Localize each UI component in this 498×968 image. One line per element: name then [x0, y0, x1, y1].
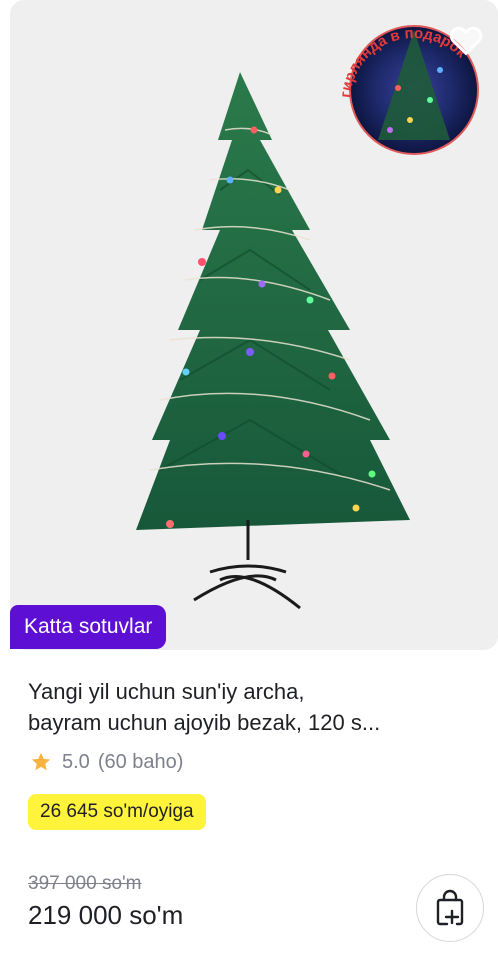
star-icon: [31, 752, 51, 771]
product-title[interactable]: Yangi yil uchun sun'iy archa, bayram uch…: [28, 676, 488, 738]
old-price: 397 000 so'm: [28, 873, 142, 894]
bestseller-badge: Katta sotuvlar: [10, 605, 167, 649]
rating-score: 5.0: [62, 750, 90, 773]
favorite-button[interactable]: [446, 20, 486, 60]
heart-icon: [449, 26, 483, 56]
rating-count: (60 baho): [97, 750, 184, 773]
current-price: 219 000 so'm: [28, 900, 184, 930]
installment-price-badge: 26 645 so'm/oyiga: [28, 794, 206, 830]
add-to-cart-button[interactable]: [416, 874, 484, 942]
christmas-tree-image: гирлянда в подарок: [136, 25, 479, 610]
product-card[interactable]: гирлянда в подарок Katta sotuvlar Yangi …: [0, 0, 498, 968]
product-rating: 5.0 (60 baho): [30, 748, 183, 776]
product-image[interactable]: гирлянда в подарок: [10, 0, 498, 650]
product-title-line-2: bayram uchun ajoyib bezak, 120 s...: [28, 710, 381, 735]
add-to-cart-bag-icon: [436, 889, 464, 926]
product-title-line-1: Yangi yil uchun sun'iy archa,: [28, 679, 305, 704]
